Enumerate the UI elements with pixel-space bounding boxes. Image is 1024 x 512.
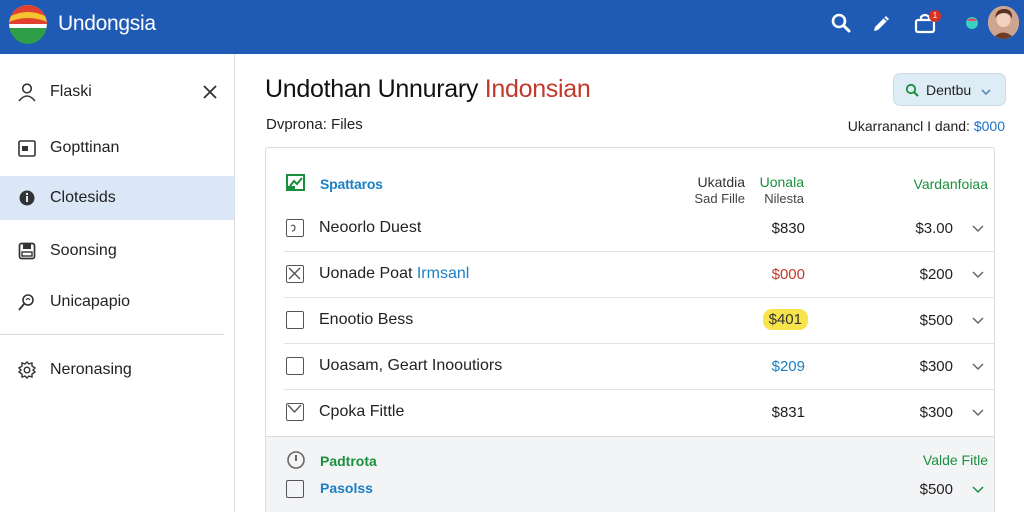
row-checkbox[interactable] [286, 357, 304, 375]
table-row[interactable]: Pasolss $500 [266, 469, 994, 509]
notification-badge: 1 [929, 10, 941, 22]
sidebar-divider [0, 334, 224, 335]
row-name-text: Cpoka Fittle [319, 403, 405, 420]
table-row[interactable]: Neoorlo Duest $830 $3.00 [266, 205, 994, 251]
column-header-col2[interactable]: Uonala [760, 174, 804, 190]
sidebar-item-clotesids[interactable]: Clotesids [0, 176, 234, 220]
row-tag[interactable]: Irmsanl [417, 265, 469, 282]
gear-icon [17, 360, 37, 380]
total-summary: Ukarranancl I dand: $000 [848, 118, 1005, 134]
page-subtitle: Dvprona: Files [266, 116, 363, 133]
sidebar: Flaski Gopttinan Clotesids Soonsing Unic… [0, 54, 235, 512]
top-app-bar: Undongsia 1 [0, 0, 1024, 54]
page-title-accent: Indonsian [484, 75, 591, 103]
chevron-down-icon[interactable] [971, 406, 985, 418]
section-title: Padtrota [320, 453, 377, 469]
chevron-down-icon[interactable] [971, 483, 985, 495]
row-name: Neoorlo Duest [319, 219, 421, 237]
row-amount: $300 [919, 358, 953, 375]
table-row[interactable]: Cpoka Fittle $831 $300 [266, 389, 994, 435]
row-name: Cpoka Fittle [319, 403, 404, 421]
column-subheader-col1: Sad Fille [694, 191, 745, 206]
column-header-col1[interactable]: Ukatdia [698, 174, 745, 190]
section-column-label: Valde Fitle [922, 452, 988, 468]
column-subheader-col2: Nilesta [764, 191, 804, 206]
sidebar-item-label: Clotesids [50, 189, 116, 206]
sidebar-item-neronasing[interactable]: Neronasing [0, 348, 234, 392]
row-name: Uonade Poat Irmsanl [319, 265, 469, 283]
files-table: Spattaros Ukatdia Sad Fille Uonala Niles… [265, 147, 995, 512]
chevron-down-icon[interactable] [971, 314, 985, 326]
row-name-text: Neoorlo Duest [319, 219, 422, 236]
section-divider [266, 436, 994, 437]
row-divider [284, 297, 994, 298]
table-row[interactable]: Uonade Poat Irmsanl $000 $200 [266, 251, 994, 297]
row-checkbox[interactable] [286, 219, 304, 237]
dentbu-button-label: Dentbu [926, 82, 972, 98]
pen-icon[interactable] [871, 12, 893, 34]
row-name-text: Enootio Bess [319, 311, 414, 328]
row-name: Pasolss [320, 480, 373, 496]
calendar-icon [17, 138, 37, 158]
total-label: Ukarranancl I dand: [847, 118, 970, 134]
brand-logo-icon[interactable] [9, 4, 47, 44]
chevron-down-icon [980, 85, 992, 97]
dentbu-dropdown-button[interactable]: Dentbu [893, 73, 1006, 106]
row-amount: $500 [919, 481, 953, 498]
row-value: $000 [771, 266, 805, 283]
row-name: Uoasam, Geart Inooutiors [319, 357, 502, 375]
sidebar-item-gopttinan[interactable]: Gopttinan [0, 126, 234, 170]
page-title: Undothan Unnurary Indonsian [265, 75, 591, 104]
row-value: $830 [771, 220, 805, 237]
app-name: Undongsia [58, 12, 156, 35]
table-section: Padtrota Valde Fitle Pasolss $500 [266, 436, 994, 512]
search-person-icon [17, 292, 37, 312]
row-name-text: Uonade Poat [319, 265, 417, 282]
chevron-down-icon[interactable] [971, 268, 985, 280]
table-row[interactable]: Enootio Bess $401 $500 [266, 297, 994, 343]
column-header-name[interactable]: Spattaros [320, 176, 383, 192]
status-indicator-icon[interactable] [963, 14, 981, 32]
row-divider [284, 343, 994, 344]
row-checkbox[interactable] [286, 265, 304, 283]
sidebar-item-label: Soonsing [50, 242, 117, 259]
clock-icon [286, 450, 306, 470]
sidebar-item-unicapapio[interactable]: Unicapapio [0, 280, 234, 324]
row-amount: $500 [919, 312, 953, 329]
row-checkbox[interactable] [286, 311, 304, 329]
save-icon [17, 241, 37, 261]
total-amount: $000 [973, 118, 1005, 134]
close-icon[interactable] [200, 82, 220, 102]
row-value: $831 [771, 404, 805, 421]
row-divider [284, 251, 994, 252]
chevron-down-icon[interactable] [971, 360, 985, 372]
row-name: Enootio Bess [319, 311, 413, 329]
search-icon [905, 83, 920, 98]
row-name-text: Uoasam, Geart Inooutiors [319, 357, 503, 374]
sidebar-item-label: Flaski [50, 83, 92, 100]
user-avatar[interactable] [988, 6, 1019, 39]
row-checkbox[interactable] [286, 480, 304, 498]
row-checkbox[interactable] [286, 403, 304, 421]
sidebar-item-label: Neronasing [50, 361, 132, 378]
chevron-down-icon[interactable] [971, 222, 985, 234]
row-value: $209 [771, 358, 805, 375]
user-icon [17, 82, 37, 102]
shield-icon [17, 188, 37, 208]
row-amount: $200 [919, 266, 953, 283]
sidebar-item-label: Gopttinan [50, 139, 120, 156]
page-title-main: Undothan Unnurary [265, 75, 485, 103]
sidebar-item-soonsing[interactable]: Soonsing [0, 229, 234, 273]
row-value-highlighted: $401 [762, 309, 808, 330]
search-icon[interactable] [830, 12, 852, 34]
table-row[interactable]: Uoasam, Geart Inooutiors $209 $300 [266, 343, 994, 389]
chart-icon [285, 172, 307, 194]
row-divider [284, 389, 994, 390]
sidebar-item-label: Unicapapio [50, 293, 131, 310]
column-header-col3[interactable]: Vardanfoiaa [914, 176, 988, 192]
sidebar-item-flaski[interactable]: Flaski [0, 70, 234, 114]
row-amount: $3.00 [915, 220, 953, 237]
row-amount: $300 [919, 404, 953, 421]
